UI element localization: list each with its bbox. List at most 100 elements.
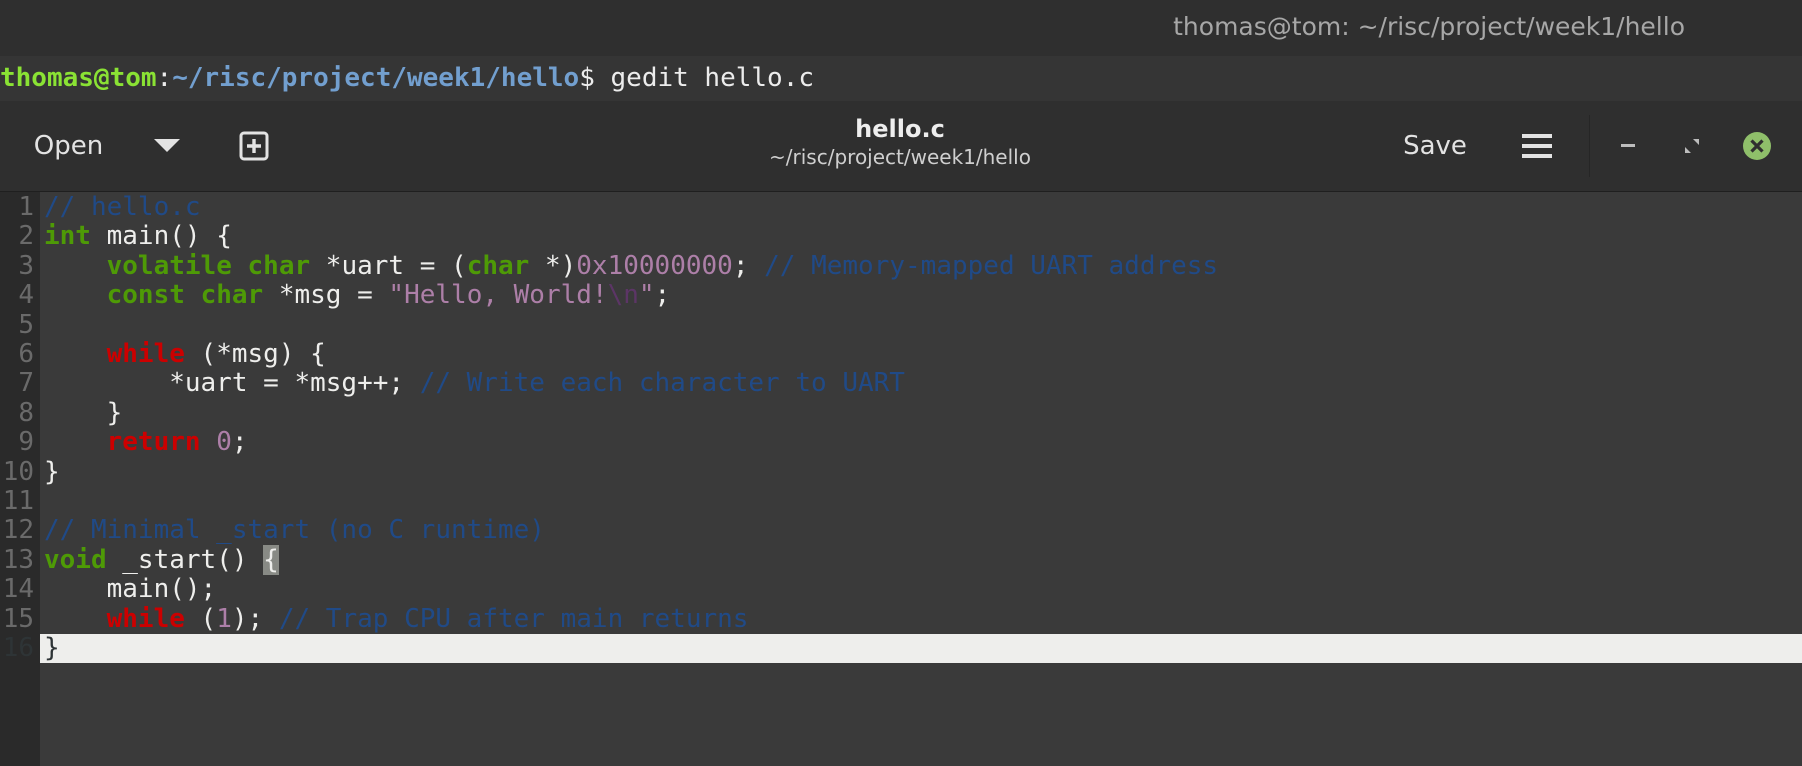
- code-token: // Write each character to UART: [419, 368, 905, 399]
- terminal-titlebar: thomas@tom: ~/risc/project/week1/hello: [0, 0, 1802, 56]
- code-token: }: [44, 456, 60, 487]
- line-number: 11: [2, 486, 34, 516]
- code-text: // hello.c: [44, 192, 201, 222]
- code-token: while: [106, 339, 185, 369]
- code-text: void _start() {: [44, 544, 279, 575]
- line-number: 3: [18, 250, 34, 281]
- line-number: 6: [18, 339, 34, 369]
- line-number: 5: [18, 309, 34, 340]
- code-token: // Minimal _start (no C runtime): [44, 515, 545, 546]
- code-line: 13 void _start() {: [0, 544, 1802, 575]
- line-number: 1: [18, 192, 34, 222]
- editor: 1// hello.c 2 int main() {3 volatile char …: [0, 192, 1802, 766]
- code-token: ;: [231, 427, 248, 458]
- code-text: }: [44, 456, 60, 487]
- maximize-button[interactable]: [1670, 123, 1714, 169]
- code-token: ;: [654, 280, 671, 311]
- code-token: // hello.c: [44, 192, 201, 222]
- header-separator: [1589, 115, 1590, 177]
- code-token: return: [106, 427, 201, 458]
- code-token: 0x10000000: [576, 250, 733, 281]
- terminal-command: gedit hello.c: [610, 63, 815, 93]
- terminal-prompt-line: thomas@tom:~/risc/project/week1/hello$ g…: [0, 56, 1802, 101]
- code-token: {: [263, 544, 279, 575]
- code-line: 7 *uart = *msg++; // Write each characte…: [0, 368, 1802, 399]
- prompt-colon: :: [156, 63, 173, 93]
- code-text: while (1); // Trap CPU after main return…: [44, 603, 749, 634]
- code-line: 9 return 0;: [0, 427, 1802, 458]
- code-line: 1 // hello.c: [0, 192, 1802, 222]
- code-text: }: [44, 633, 60, 663]
- code-token: char: [466, 250, 530, 281]
- line-number: 14: [2, 574, 34, 605]
- code-line: 2 int main() {: [0, 221, 1802, 252]
- code-token: *msg =: [263, 280, 389, 311]
- code-token: }: [44, 633, 60, 663]
- code-token: 1: [216, 603, 232, 634]
- code-token: (*msg) {: [184, 339, 326, 369]
- code-token: void: [44, 544, 107, 575]
- code-token: *): [529, 250, 577, 281]
- prompt-user: thomas@tom: [0, 63, 157, 93]
- code-line: 3 volatile char *uart = (char *)0x100000…: [0, 250, 1802, 281]
- code-line: 6 while (*msg) {: [0, 339, 1802, 369]
- code-token: main() {: [90, 221, 232, 252]
- line-number: 12: [2, 515, 34, 546]
- code-token: \n: [607, 280, 639, 311]
- code-token: ": [638, 280, 655, 311]
- code-token: char: [247, 250, 311, 281]
- code-text: volatile char *uart = (char *)0x10000000…: [44, 250, 1219, 281]
- prompt-path: ~/risc/project/week1/hello: [172, 63, 580, 93]
- menu-button[interactable]: [1507, 123, 1567, 169]
- code-line: 16}: [0, 633, 1802, 664]
- code-token: // Memory-mapped UART address: [764, 250, 1219, 281]
- close-icon: [1743, 132, 1771, 160]
- line-number: 7: [18, 368, 34, 399]
- code-token: }: [44, 397, 123, 428]
- code-token: "Hello, World!: [388, 280, 608, 311]
- open-button[interactable]: Open: [16, 123, 121, 169]
- code-line: 12 // Minimal _start (no C runtime): [0, 515, 1802, 546]
- code-line: 14 main();: [0, 574, 1802, 605]
- document-path: ~/risc/project/week1/hello: [769, 145, 1031, 169]
- line-number: 4: [18, 280, 34, 311]
- code-line: 4 const char *msg = "Hello, World!\n";: [0, 280, 1802, 311]
- close-button[interactable]: [1735, 123, 1779, 169]
- open-dropdown-button[interactable]: [137, 123, 197, 169]
- document-title: hello.c: [855, 115, 945, 143]
- code-token: (: [184, 603, 217, 634]
- new-tab-button[interactable]: [226, 121, 282, 171]
- line-number: 9: [18, 427, 34, 458]
- code-token: while: [106, 603, 185, 634]
- code-text: const char *msg = "Hello, World!\n";: [44, 280, 671, 311]
- code-text: while (*msg) {: [44, 339, 326, 369]
- save-button[interactable]: Save: [1385, 123, 1485, 169]
- code-token: );: [231, 603, 279, 634]
- line-number: 8: [18, 397, 34, 428]
- code-line: 5: [0, 309, 1802, 340]
- current-line-highlight: [40, 634, 1802, 664]
- code-token: int: [44, 221, 91, 252]
- terminal-title: thomas@tom: ~/risc/project/week1/hello: [1173, 12, 1685, 41]
- code-token: // Trap CPU after main returns: [278, 603, 749, 634]
- code-text: *uart = *msg++; // Write each character …: [44, 369, 905, 398]
- line-number: 2: [18, 221, 34, 252]
- code-text: // Minimal _start (no C runtime): [44, 516, 545, 545]
- code-line: 15 while (1); // Trap CPU after main ret…: [0, 603, 1802, 634]
- code-line: 11: [0, 486, 1802, 516]
- line-number: 15: [2, 603, 34, 634]
- line-number: 16: [2, 633, 34, 663]
- minimize-button[interactable]: [1606, 123, 1650, 169]
- code-text: }: [44, 397, 123, 428]
- code-line: 10}: [0, 456, 1802, 487]
- minimize-icon: [1621, 144, 1635, 147]
- code-text: int main() {: [44, 222, 232, 251]
- code-token: volatile: [106, 250, 232, 281]
